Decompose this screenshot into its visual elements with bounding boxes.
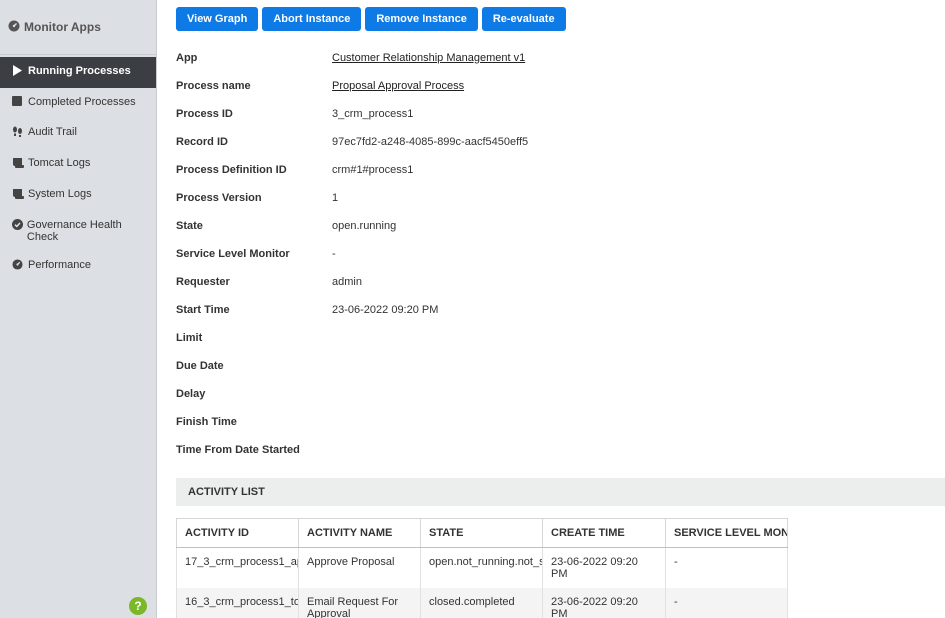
main-content: View Graph Abort Instance Remove Instanc… — [158, 0, 945, 618]
detail-value: - — [332, 248, 336, 260]
stop-icon — [12, 96, 26, 110]
sidebar-item-label: Completed Processes — [28, 96, 136, 108]
detail-row-requester: Requester admin — [176, 268, 528, 296]
sidebar: Monitor Apps Running Processes Completed… — [0, 0, 157, 618]
sidebar-item-label: Performance — [28, 259, 91, 271]
cell-create-time: 23-06-2022 09:20 PM — [542, 587, 666, 618]
detail-label: Process ID — [176, 108, 233, 120]
detail-label: App — [176, 52, 198, 64]
sidebar-item-label: Governance Health Check — [26, 219, 122, 243]
detail-row-limit: Limit — [176, 324, 528, 352]
detail-row-process-id: Process ID 3_crm_process1 — [176, 100, 528, 128]
cell-activity-name: Email Request For Approval — [298, 587, 421, 618]
log-icon — [12, 157, 26, 172]
sidebar-header[interactable]: Monitor Apps — [0, 0, 156, 55]
detail-label: Due Date — [176, 360, 224, 372]
cell-state: closed.completed — [420, 587, 543, 618]
detail-row-time-from-date-started: Time From Date Started — [176, 436, 528, 464]
detail-row-record-id: Record ID 97ec7fd2-a248-4085-899c-aacf54… — [176, 128, 528, 156]
dashboard-icon — [8, 20, 20, 35]
detail-row-start-time: Start Time 23-06-2022 09:20 PM — [176, 296, 528, 324]
help-icon-glyph: ? — [134, 599, 142, 613]
sidebar-item-running-processes[interactable]: Running Processes — [0, 57, 156, 88]
app-link[interactable]: Customer Relationship Management v1 — [332, 52, 525, 64]
detail-label: Time From Date Started — [176, 444, 300, 456]
cell-empty — [787, 587, 945, 618]
cell-activity-name: Approve Proposal — [298, 547, 421, 588]
footsteps-icon — [12, 126, 26, 141]
sidebar-item-label: System Logs — [28, 188, 92, 200]
detail-row-process-version: Process Version 1 — [176, 184, 528, 212]
detail-row-due-date: Due Date — [176, 352, 528, 380]
detail-row-app: App Customer Relationship Management v1 — [176, 44, 528, 72]
detail-label: Process Definition ID — [176, 164, 287, 176]
detail-label: Limit — [176, 332, 203, 344]
cell-service-level-monitor: - — [665, 547, 788, 588]
sidebar-item-system-logs[interactable]: System Logs — [0, 180, 156, 211]
detail-label: Process Version — [176, 192, 262, 204]
detail-value: 23-06-2022 09:20 PM — [332, 304, 439, 316]
column-header-activity-id[interactable]: ACTIVITY ID — [176, 518, 299, 548]
detail-label: Process name — [176, 80, 251, 92]
table-row[interactable]: 16_3_crm_process1_tool1 Email Request Fo… — [176, 587, 945, 618]
activity-table: ACTIVITY ID ACTIVITY NAME STATE CREATE T… — [176, 518, 945, 618]
sidebar-item-completed-processes[interactable]: Completed Processes — [0, 88, 156, 118]
view-graph-button[interactable]: View Graph — [176, 7, 259, 31]
column-header-service-level-monitor[interactable]: SERVICE LEVEL MONITOR — [665, 518, 788, 548]
sidebar-item-label: Audit Trail — [28, 126, 77, 138]
detail-value: open.running — [332, 220, 397, 232]
help-icon[interactable]: ? — [129, 597, 147, 615]
detail-value: 3_crm_process1 — [332, 108, 414, 120]
detail-label: Record ID — [176, 136, 228, 148]
detail-value: 1 — [332, 192, 339, 204]
column-header-state[interactable]: STATE — [420, 518, 543, 548]
detail-label: Delay — [176, 388, 206, 400]
sidebar-item-governance-health-check[interactable]: Governance Health Check — [0, 211, 156, 251]
sidebar-item-label: Running Processes — [28, 65, 131, 77]
process-name-link[interactable]: Proposal Approval Process — [332, 80, 464, 92]
sidebar-item-label: Tomcat Logs — [28, 157, 91, 169]
table-header-row: ACTIVITY ID ACTIVITY NAME STATE CREATE T… — [176, 518, 945, 548]
cell-activity-id: 17_3_crm_process1_approve_proposal — [176, 547, 299, 588]
re-evaluate-button[interactable]: Re-evaluate — [481, 7, 566, 31]
cell-activity-id: 16_3_crm_process1_tool1 — [176, 587, 299, 618]
detail-row-service-level-monitor: Service Level Monitor - — [176, 240, 528, 268]
dashboard-icon — [12, 259, 26, 274]
detail-label: Service Level Monitor — [176, 248, 290, 260]
detail-row-delay: Delay — [176, 380, 528, 408]
cell-create-time: 23-06-2022 09:20 PM — [542, 547, 666, 588]
detail-label: Requester — [176, 276, 230, 288]
detail-label: Start Time — [176, 304, 230, 316]
abort-instance-button[interactable]: Abort Instance — [262, 7, 362, 31]
detail-row-process-definition-id: Process Definition ID crm#1#process1 — [176, 156, 528, 184]
sidebar-item-audit-trail[interactable]: Audit Trail — [0, 118, 156, 149]
detail-label: Finish Time — [176, 416, 237, 428]
detail-value: admin — [332, 276, 362, 288]
cell-empty — [788, 548, 945, 588]
column-header-activity-name[interactable]: ACTIVITY NAME — [298, 518, 421, 548]
detail-row-state: State open.running — [176, 212, 528, 240]
column-header-create-time[interactable]: CREATE TIME — [542, 518, 666, 548]
sidebar-item-tomcat-logs[interactable]: Tomcat Logs — [0, 149, 156, 180]
cell-service-level-monitor: - — [665, 587, 788, 618]
sidebar-title: Monitor Apps — [24, 20, 101, 34]
detail-row-finish-time: Finish Time — [176, 408, 528, 436]
detail-row-process-name: Process name Proposal Approval Process — [176, 72, 528, 100]
table-row[interactable]: 17_3_crm_process1_approve_proposal Appro… — [176, 547, 945, 588]
check-circle-icon — [12, 219, 25, 234]
sidebar-nav: Running Processes Completed Processes Au… — [0, 55, 156, 282]
play-icon — [12, 65, 26, 80]
detail-value: crm#1#process1 — [332, 164, 414, 176]
column-header-empty — [787, 518, 945, 548]
detail-value: 97ec7fd2-a248-4085-899c-aacf5450eff5 — [332, 136, 529, 148]
activity-list-header: ACTIVITY LIST — [176, 478, 945, 506]
detail-label: State — [176, 220, 203, 232]
remove-instance-button[interactable]: Remove Instance — [365, 7, 478, 31]
cell-state: open.not_running.not_started — [420, 547, 543, 588]
log-icon — [12, 188, 26, 203]
sidebar-item-performance[interactable]: Performance — [0, 251, 156, 282]
toolbar: View Graph Abort Instance Remove Instanc… — [176, 7, 566, 31]
process-details: App Customer Relationship Management v1 … — [176, 44, 528, 464]
